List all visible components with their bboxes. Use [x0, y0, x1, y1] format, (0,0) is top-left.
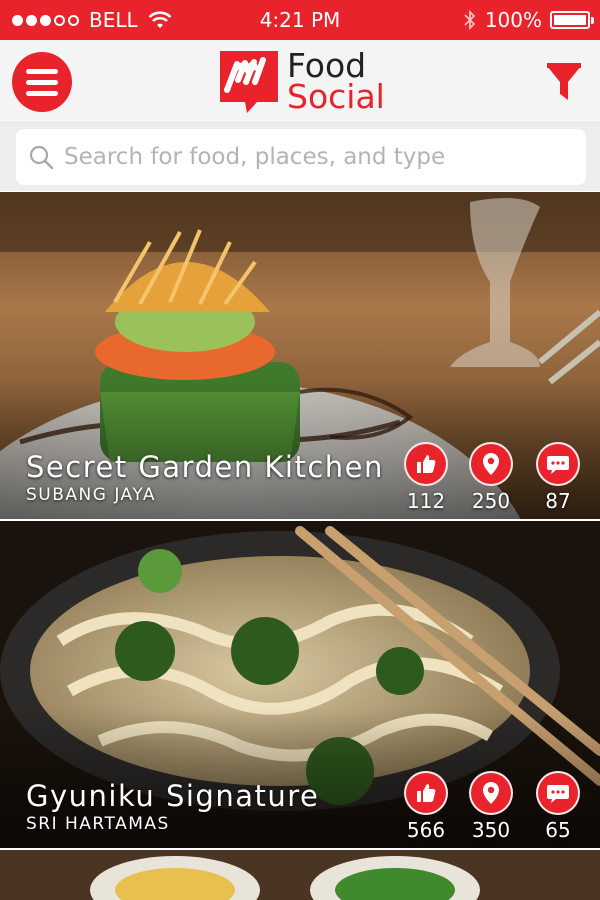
- carrier-name: BELL: [89, 8, 138, 32]
- wifi-icon: [148, 11, 172, 28]
- search-icon: [29, 145, 54, 170]
- location-count: 350: [471, 818, 511, 842]
- menu-icon-bar: [26, 90, 58, 96]
- restaurant-card[interactable]: Secret Garden Kitchen SUBANG JAYA 112 25…: [0, 192, 600, 519]
- logo-social-text: Social: [287, 77, 385, 116]
- restaurant-name[interactable]: Secret Garden Kitchen: [26, 450, 384, 484]
- comment-count: 87: [545, 489, 571, 513]
- like-count: 566: [406, 818, 446, 842]
- app-logo: Food Social: [217, 48, 385, 114]
- app-header: Food Social: [0, 40, 600, 123]
- comment-count: 65: [545, 818, 571, 842]
- battery-percent: 100%: [484, 8, 542, 32]
- like-button[interactable]: [404, 442, 448, 486]
- status-left: BELL: [12, 8, 172, 32]
- status-bar: BELL 4:21 PM 100%: [0, 0, 600, 40]
- like-stat[interactable]: 566: [396, 771, 456, 842]
- logo-mark-icon: [220, 51, 278, 113]
- comment-button[interactable]: [536, 442, 580, 486]
- chat-icon: [547, 785, 569, 803]
- battery-icon: [550, 11, 594, 29]
- location-button[interactable]: [469, 771, 513, 815]
- logo-text: Food Social: [287, 49, 385, 116]
- signal-strength-icon: [12, 14, 79, 26]
- like-button[interactable]: [404, 771, 448, 815]
- restaurant-card[interactable]: Gyuniku Signature SRI HARTAMAS 566 350 6…: [0, 521, 600, 848]
- search-box[interactable]: [16, 129, 586, 185]
- menu-icon-bar: [26, 68, 58, 74]
- restaurant-card[interactable]: [0, 850, 600, 900]
- menu-icon-bar: [26, 79, 58, 85]
- comment-stat[interactable]: 87: [528, 442, 588, 513]
- location-count: 250: [471, 489, 511, 513]
- location-stat[interactable]: 250: [461, 442, 521, 513]
- status-right: 100%: [463, 8, 594, 32]
- search-input[interactable]: [62, 143, 566, 171]
- like-stat[interactable]: 112: [396, 442, 456, 513]
- like-count: 112: [406, 489, 446, 513]
- location-button[interactable]: [469, 442, 513, 486]
- location-pin-icon: [483, 453, 499, 475]
- menu-button[interactable]: [12, 52, 72, 112]
- comment-button[interactable]: [536, 771, 580, 815]
- restaurant-location: SRI HARTAMAS: [26, 814, 170, 834]
- search-bar: [0, 123, 600, 191]
- restaurant-location: SUBANG JAYA: [26, 485, 157, 505]
- location-stat[interactable]: 350: [461, 771, 521, 842]
- thumbs-up-icon: [417, 784, 436, 802]
- comment-stat[interactable]: 65: [528, 771, 588, 842]
- filter-icon[interactable]: [544, 60, 584, 104]
- chat-icon: [547, 456, 569, 474]
- bluetooth-icon: [464, 9, 476, 31]
- thumbs-up-icon: [417, 455, 436, 473]
- dish-photo: [0, 850, 600, 900]
- location-pin-icon: [483, 782, 499, 804]
- restaurant-name[interactable]: Gyuniku Signature: [26, 779, 319, 813]
